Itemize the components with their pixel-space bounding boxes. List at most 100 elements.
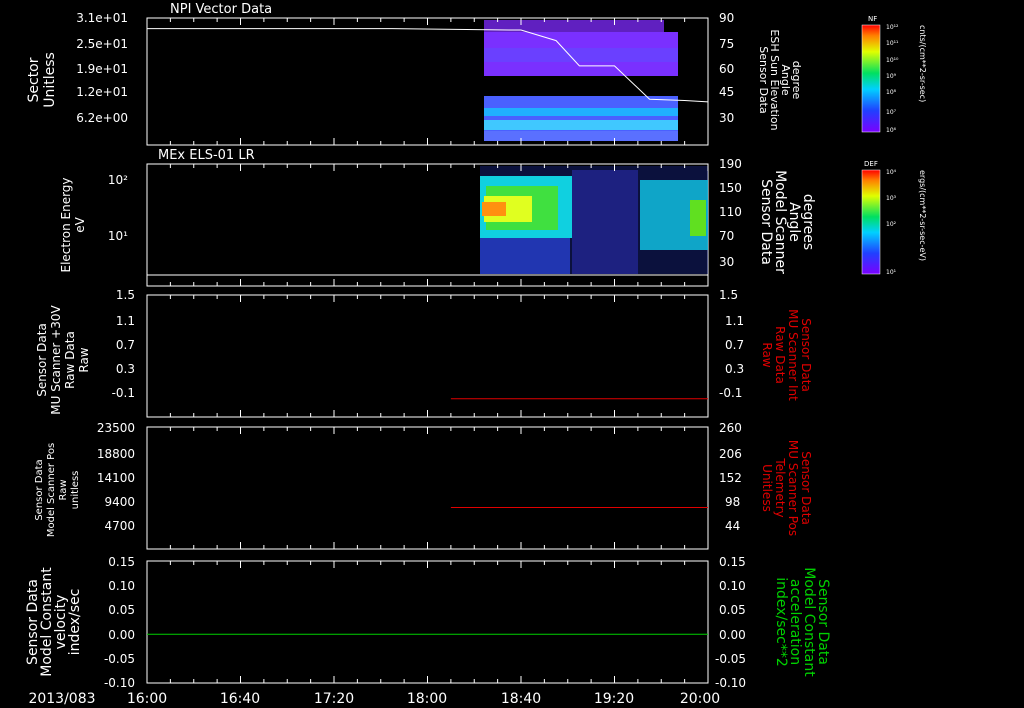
plot-canvas: NPI Vector Data 3.1e+01 2.5e+01 1.9e+01 … <box>25 2 927 707</box>
ylabel-line: Unitless <box>760 464 774 512</box>
heatmap-right-green <box>690 200 706 236</box>
panel1-ytick-left: 6.2e+00 <box>76 111 128 125</box>
ylabel-line: MU Scanner Int <box>786 309 800 401</box>
panel-model-constant: 0.15 0.10 0.05 0.00 -0.05 -0.10 0.15 0.1… <box>25 555 831 690</box>
panel2-yticks-right: 190 150 110 70 30 <box>719 157 742 269</box>
panel3-ytick-left: 1.5 <box>116 288 135 302</box>
time-tick-label: 18:00 <box>407 691 447 707</box>
ylabel-line: degrees <box>800 194 816 250</box>
panel4-ytick-left: 9400 <box>104 495 135 509</box>
nf-colorbar: NF 10¹² 10¹¹ 10¹⁰ 10⁹ 10⁸ 10⁷ 10⁶ cnts/(… <box>861 15 927 134</box>
panel3-yticks-right: 1.5 1.1 0.7 0.3 -0.1 <box>719 288 744 400</box>
panel3-ytick-left: -0.1 <box>112 386 135 400</box>
panel3-ytick-right: -0.1 <box>719 386 742 400</box>
panel4-ytick-right: 98 <box>725 495 740 509</box>
panel1-ytick-left: 1.9e+01 <box>76 62 128 76</box>
panel5-ytick-left: 0.10 <box>108 579 135 593</box>
ylabel-line: Sensor Data <box>35 323 49 397</box>
panel1-ytick-left: 3.1e+01 <box>76 11 128 25</box>
panel4-ytick-right: 44 <box>725 519 740 533</box>
panel2-ytick-right: 110 <box>719 205 742 219</box>
panel4-ytick-right: 206 <box>719 447 742 461</box>
ylabel-line: Telemetry <box>773 457 787 517</box>
panel4-ylabel-right: Sensor Data MU Scanner Pos Telemetry Uni… <box>760 440 813 536</box>
ylabel-line: Model Scanner <box>772 170 788 274</box>
panel5-frame <box>146 560 709 684</box>
def-colorbar-tick: 10¹ <box>886 269 897 276</box>
nf-colorbar-tick: 10¹¹ <box>886 40 899 47</box>
panel2-ylabel-right: Sensor Data Model Scanner Angle degrees <box>758 170 816 274</box>
def-colorbar-tick: 10³ <box>886 195 897 202</box>
panel1-ytick-left: 2.5e+01 <box>76 37 128 51</box>
heatmap-band-lightblue <box>484 120 678 130</box>
panel1-yticks-right: 90 75 60 45 30 <box>719 11 734 125</box>
panel1-ylabel-left: Sector Unitless <box>26 52 58 108</box>
time-tick-label: 20:00 <box>680 691 720 707</box>
panel3-yticks-left: 1.5 1.1 0.7 0.3 -0.1 <box>112 288 135 400</box>
heatmap-orange-core <box>482 202 506 216</box>
ylabel-line: index/sec <box>67 589 83 656</box>
heatmap-block-upper-band <box>484 48 678 62</box>
panel1-ytick-right: 60 <box>719 62 734 76</box>
ylabel-line: index/sec**2 <box>773 577 789 667</box>
panel2-title: MEx ELS-01 LR <box>158 148 255 163</box>
heatmap-band-purple <box>484 131 678 141</box>
panel5-ytick-right: -0.05 <box>715 652 746 666</box>
panel5-ytick-right: 0.15 <box>719 555 746 569</box>
panel3-ytick-left: 0.3 <box>116 362 135 376</box>
panel1-title: NPI Vector Data <box>170 2 272 17</box>
panel5-yticks-left: 0.15 0.10 0.05 0.00 -0.05 -0.10 <box>104 555 135 690</box>
nf-colorbar-title: NF <box>868 15 877 23</box>
panel1-ytick-left: 1.2e+01 <box>76 85 128 99</box>
panel5-ytick-right: 0.05 <box>719 603 746 617</box>
time-tick-label: 16:40 <box>220 691 260 707</box>
def-colorbar-tick: 10² <box>886 221 897 228</box>
panel1-ytick-right: 90 <box>719 11 734 25</box>
nf-colorbar-tick: 10⁹ <box>886 73 897 80</box>
ylabel-line: Sensor Data <box>34 459 45 520</box>
def-colorbar: DEF 10⁴ 10³ 10² 10¹ ergs/(cm**2-sr-sec-e… <box>861 160 927 276</box>
panel4-ytick-right: 260 <box>719 421 742 435</box>
panel5-ytick-right: 0.00 <box>719 628 746 642</box>
panel4-ytick-right: 152 <box>719 471 742 485</box>
panel5-ytick-left: 0.15 <box>108 555 135 569</box>
panel3-ytick-right: 0.3 <box>725 362 744 376</box>
ylabel-line: degree <box>790 61 803 100</box>
panel5-ylabel-right: Sensor Data Model Constant acceleration … <box>773 567 831 677</box>
panel5-ytick-left: -0.10 <box>104 676 135 690</box>
panel5-ytick-left: 0.00 <box>108 628 135 642</box>
def-colorbar-tick: 10⁴ <box>886 169 897 176</box>
ylabel-line: Raw <box>58 479 69 500</box>
panel4-yticks-left: 23500 18800 14100 9400 4700 <box>97 421 135 533</box>
panel4-ytick-left: 14100 <box>97 471 135 485</box>
panel1-ytick-right: 75 <box>719 37 734 51</box>
panel3-ytick-right: 1.5 <box>719 288 738 302</box>
panel1-ylabel-right: Sensor Data ESH Sun Elevation Angle degr… <box>757 29 803 130</box>
panel5-ytick-left: 0.05 <box>108 603 135 617</box>
panel3-ylabel-left: Sensor Data MU Scanner +30V Raw Data Raw <box>35 305 91 415</box>
ylabel-line: Raw <box>760 342 774 367</box>
panel-scanner-pos: 23500 18800 14100 9400 4700 260 206 152 … <box>34 421 813 550</box>
ylabel-line: Sensor Data <box>799 318 813 392</box>
ylabel-line: Sector <box>26 57 42 102</box>
panel3-ytick-left: 0.7 <box>116 338 135 352</box>
panel3-ylabel-right: Sensor Data MU Scanner Int Raw Data Raw <box>760 309 813 401</box>
heatmap-mid-sparse <box>572 170 638 274</box>
ylabel-line: Raw Data <box>63 331 77 389</box>
panel4-ylabel-left: Sensor Data Model Scanner Pos Raw unitle… <box>34 443 81 537</box>
panel3-ytick-right: 1.1 <box>725 314 744 328</box>
def-colorbar-gradient <box>861 169 881 275</box>
ylabel-line: Raw Data <box>773 326 787 384</box>
ylabel-line: Model Scanner Pos <box>46 443 57 537</box>
time-tick-label: 19:20 <box>594 691 634 707</box>
ylabel-line: MU Scanner Pos <box>786 440 800 536</box>
panel2-yticks-left: 10² 10¹ <box>108 173 128 243</box>
panel2-ytick-right: 30 <box>719 255 734 269</box>
nf-colorbar-tick: 10⁸ <box>886 89 897 96</box>
panel4-frame <box>146 426 709 550</box>
nf-colorbar-tick: 10⁷ <box>886 109 897 116</box>
ylabel-line: Sensor Data <box>758 179 774 265</box>
ylabel-line: Raw <box>77 347 91 372</box>
panel2-ylabel-left: Electron Energy eV <box>59 177 87 272</box>
panel5-ylabel-left: Sensor Data Model Constant velocity inde… <box>25 567 83 677</box>
